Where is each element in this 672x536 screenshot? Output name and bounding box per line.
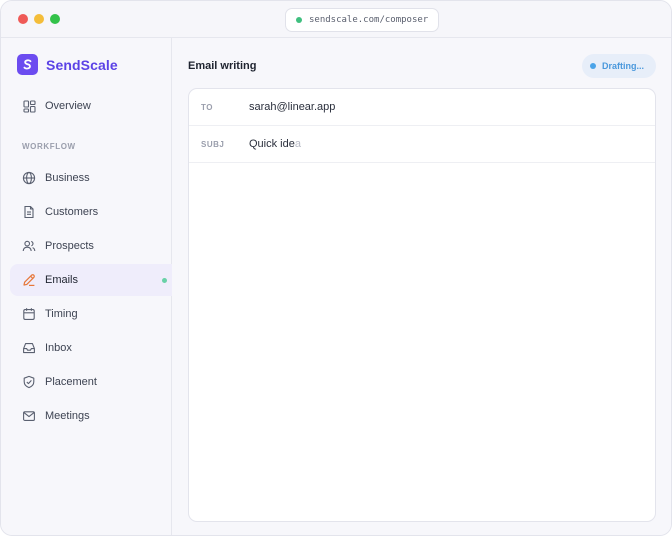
close-window-button[interactable] bbox=[18, 14, 28, 24]
page-title: Email writing bbox=[188, 60, 257, 72]
to-field-row[interactable]: TO sarah@linear.app bbox=[189, 89, 655, 126]
grid-icon bbox=[22, 99, 36, 113]
brand-name: SendScale bbox=[46, 56, 118, 73]
sidebar-item-overview[interactable]: Overview bbox=[10, 90, 172, 122]
sidebar-item-label: Meetings bbox=[45, 410, 90, 422]
sidebar-item-emails[interactable]: Emails bbox=[10, 264, 172, 296]
url-text: sendscale.com/composer bbox=[309, 15, 429, 25]
email-body-editor[interactable] bbox=[189, 163, 655, 521]
minimize-window-button[interactable] bbox=[34, 14, 44, 24]
sidebar-item-customers[interactable]: Customers bbox=[10, 196, 172, 228]
sidebar-item-business[interactable]: Business bbox=[10, 162, 172, 194]
main-panel: Email writing Drafting... TO sarah@linea… bbox=[173, 38, 671, 535]
secure-status-icon bbox=[296, 17, 302, 23]
subject-field-row[interactable]: SUBJ Quick idea bbox=[189, 126, 655, 163]
sidebar-item-label: Placement bbox=[45, 376, 97, 388]
sidebar-item-placement[interactable]: Placement bbox=[10, 366, 172, 398]
sidebar-item-prospects[interactable]: Prospects bbox=[10, 230, 172, 262]
subject-pending-text: a bbox=[294, 138, 301, 150]
sidebar-item-label: Timing bbox=[45, 308, 78, 320]
sidebar-item-label: Business bbox=[45, 172, 90, 184]
shield-icon bbox=[22, 375, 36, 389]
sidebar: SendScale Overview WORKFLOW Business Cus… bbox=[1, 38, 172, 535]
address-bar[interactable]: sendscale.com/composer bbox=[285, 8, 439, 32]
section-label-workflow: WORKFLOW bbox=[22, 142, 76, 151]
sidebar-item-meetings[interactable]: Meetings bbox=[10, 400, 172, 432]
to-label: TO bbox=[201, 102, 213, 112]
email-composer: TO sarah@linear.app SUBJ Quick idea bbox=[188, 88, 656, 522]
status-text: Drafting... bbox=[602, 61, 644, 71]
document-icon bbox=[22, 205, 36, 219]
sidebar-item-inbox[interactable]: Inbox bbox=[10, 332, 172, 364]
brand[interactable]: SendScale bbox=[17, 54, 118, 75]
inbox-icon bbox=[22, 341, 36, 355]
subject-field[interactable]: Quick idea bbox=[249, 138, 301, 150]
subject-typed-text: Quick ide bbox=[249, 138, 295, 150]
calendar-icon bbox=[22, 307, 36, 321]
mail-icon bbox=[22, 409, 36, 423]
title-bar: sendscale.com/composer bbox=[1, 1, 671, 38]
sendscale-logo-icon bbox=[17, 54, 38, 75]
sidebar-item-label: Inbox bbox=[45, 342, 72, 354]
sidebar-item-label: Overview bbox=[45, 100, 91, 112]
sidebar-item-label: Prospects bbox=[45, 240, 94, 252]
active-indicator-dot bbox=[162, 278, 167, 283]
browser-window: sendscale.com/composer SendScale Overvie… bbox=[0, 0, 672, 536]
globe-icon bbox=[22, 171, 36, 185]
subject-label: SUBJ bbox=[201, 139, 225, 149]
status-badge: Drafting... bbox=[582, 54, 656, 78]
sidebar-item-timing[interactable]: Timing bbox=[10, 298, 172, 330]
sidebar-item-label: Emails bbox=[45, 274, 79, 286]
sidebar-item-label: Customers bbox=[45, 206, 99, 218]
maximize-window-button[interactable] bbox=[50, 14, 60, 24]
users-icon bbox=[22, 239, 36, 253]
pen-icon bbox=[22, 273, 36, 287]
to-field[interactable]: sarah@linear.app bbox=[249, 101, 335, 113]
status-dot-icon bbox=[590, 63, 596, 69]
